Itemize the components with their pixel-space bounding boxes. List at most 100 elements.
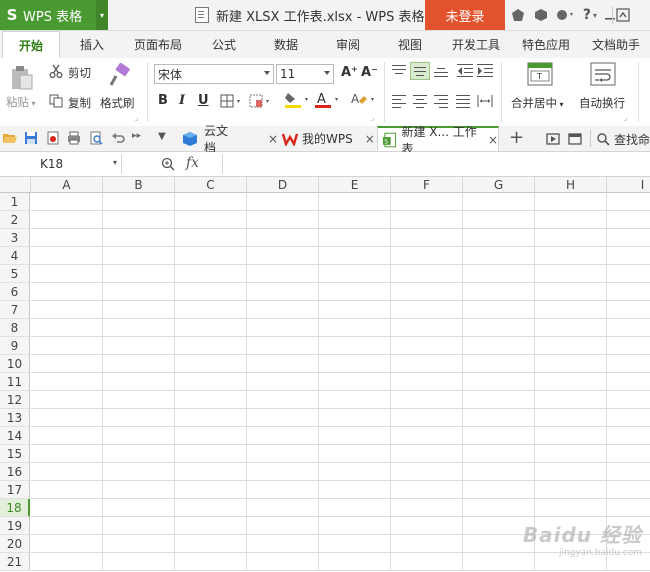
cell-b13[interactable] bbox=[103, 409, 175, 427]
format-painter-icon[interactable] bbox=[106, 62, 134, 90]
select-all-corner[interactable] bbox=[0, 177, 31, 193]
cell-c13[interactable] bbox=[175, 409, 247, 427]
column-header-f[interactable]: F bbox=[391, 177, 463, 193]
undo-icon[interactable] bbox=[110, 131, 126, 145]
cell-i8[interactable] bbox=[607, 319, 650, 337]
login-button[interactable]: 未登录 bbox=[425, 0, 505, 30]
align-bottom-icon[interactable] bbox=[434, 65, 448, 77]
cell-i3[interactable] bbox=[607, 229, 650, 247]
increase-indent-icon[interactable] bbox=[477, 64, 493, 78]
cell-e2[interactable] bbox=[319, 211, 391, 229]
bold-button[interactable]: B bbox=[158, 93, 168, 108]
scissors-icon[interactable] bbox=[48, 63, 64, 79]
cell-d11[interactable] bbox=[247, 373, 319, 391]
merge-center-icon[interactable]: T bbox=[527, 62, 553, 86]
cell-f3[interactable] bbox=[391, 229, 463, 247]
row-header-18[interactable]: 18 bbox=[0, 499, 30, 517]
cell-i14[interactable] bbox=[607, 427, 650, 445]
cell-i16[interactable] bbox=[607, 463, 650, 481]
cell-e16[interactable] bbox=[319, 463, 391, 481]
clipboard-group-launcher-icon[interactable]: ⌟ bbox=[135, 114, 138, 122]
cell-f21[interactable] bbox=[391, 553, 463, 571]
column-header-i[interactable]: I bbox=[607, 177, 650, 193]
hexagon-icon[interactable] bbox=[532, 6, 550, 24]
row-header-21[interactable]: 21 bbox=[0, 553, 30, 571]
cell-f16[interactable] bbox=[391, 463, 463, 481]
cell-f11[interactable] bbox=[391, 373, 463, 391]
cell-b8[interactable] bbox=[103, 319, 175, 337]
cell-a14[interactable] bbox=[31, 427, 103, 445]
cell-g7[interactable] bbox=[463, 301, 535, 319]
cell-i11[interactable] bbox=[607, 373, 650, 391]
print-preview-icon[interactable] bbox=[88, 131, 104, 145]
row-header-3[interactable]: 3 bbox=[0, 229, 30, 247]
tab-formulas[interactable]: 公式 bbox=[198, 31, 250, 58]
tab-developer[interactable]: 开发工具 bbox=[444, 31, 508, 58]
cell-a18[interactable] bbox=[31, 499, 103, 517]
cell-e8[interactable] bbox=[319, 319, 391, 337]
clear-format-icon[interactable]: A bbox=[350, 91, 378, 109]
copy-icon[interactable] bbox=[48, 93, 64, 109]
cell-e21[interactable] bbox=[319, 553, 391, 571]
cell-b10[interactable] bbox=[103, 355, 175, 373]
merge-center-button[interactable]: 合并居中 ▾ bbox=[511, 95, 564, 111]
cell-c17[interactable] bbox=[175, 481, 247, 499]
cell-g3[interactable] bbox=[463, 229, 535, 247]
cell-d16[interactable] bbox=[247, 463, 319, 481]
cell-e9[interactable] bbox=[319, 337, 391, 355]
more-commands-icon[interactable]: ▸▸ bbox=[132, 131, 141, 141]
cell-f1[interactable] bbox=[391, 193, 463, 211]
window-icon[interactable] bbox=[567, 132, 583, 145]
cell-g2[interactable] bbox=[463, 211, 535, 229]
row-header-1[interactable]: 1 bbox=[0, 193, 30, 211]
cell-h3[interactable] bbox=[535, 229, 607, 247]
cell-e15[interactable] bbox=[319, 445, 391, 463]
cell-b14[interactable] bbox=[103, 427, 175, 445]
cell-c16[interactable] bbox=[175, 463, 247, 481]
cell-c5[interactable] bbox=[175, 265, 247, 283]
decrease-indent-icon[interactable] bbox=[457, 64, 473, 78]
cell-a9[interactable] bbox=[31, 337, 103, 355]
column-header-d[interactable]: D bbox=[247, 177, 319, 193]
export-pdf-icon[interactable] bbox=[45, 131, 61, 145]
close-tab-icon[interactable]: × bbox=[365, 132, 375, 146]
cell-a20[interactable] bbox=[31, 535, 103, 553]
tab-data[interactable]: 数据 bbox=[260, 31, 312, 58]
row-header-7[interactable]: 7 bbox=[0, 301, 30, 319]
cell-i10[interactable] bbox=[607, 355, 650, 373]
cell-b18[interactable] bbox=[103, 499, 175, 517]
cell-i5[interactable] bbox=[607, 265, 650, 283]
cell-f4[interactable] bbox=[391, 247, 463, 265]
tab-home[interactable]: 开始 bbox=[2, 31, 60, 59]
cell-h16[interactable] bbox=[535, 463, 607, 481]
column-header-h[interactable]: H bbox=[535, 177, 607, 193]
justify-icon[interactable] bbox=[456, 95, 470, 108]
font-name-select[interactable]: 宋体 bbox=[154, 64, 274, 84]
row-header-16[interactable]: 16 bbox=[0, 463, 30, 481]
cell-e3[interactable] bbox=[319, 229, 391, 247]
cell-g15[interactable] bbox=[463, 445, 535, 463]
tab-special[interactable]: 特色应用 bbox=[514, 31, 578, 58]
row-header-9[interactable]: 9 bbox=[0, 337, 30, 355]
row-header-12[interactable]: 12 bbox=[0, 391, 30, 409]
cell-f20[interactable] bbox=[391, 535, 463, 553]
cell-g14[interactable] bbox=[463, 427, 535, 445]
cell-e6[interactable] bbox=[319, 283, 391, 301]
cell-a11[interactable] bbox=[31, 373, 103, 391]
cell-h2[interactable] bbox=[535, 211, 607, 229]
cell-e1[interactable] bbox=[319, 193, 391, 211]
cell-a8[interactable] bbox=[31, 319, 103, 337]
cell-a21[interactable] bbox=[31, 553, 103, 571]
cell-c9[interactable] bbox=[175, 337, 247, 355]
cell-style-icon[interactable] bbox=[249, 93, 273, 109]
cell-d2[interactable] bbox=[247, 211, 319, 229]
cell-d19[interactable] bbox=[247, 517, 319, 535]
cell-g4[interactable] bbox=[463, 247, 535, 265]
cell-b4[interactable] bbox=[103, 247, 175, 265]
row-header-6[interactable]: 6 bbox=[0, 283, 30, 301]
tab-insert[interactable]: 插入 bbox=[64, 31, 120, 58]
cell-i13[interactable] bbox=[607, 409, 650, 427]
tab-doc-assistant[interactable]: 文档助手 bbox=[584, 31, 648, 58]
row-header-15[interactable]: 15 bbox=[0, 445, 30, 463]
fill-color-icon[interactable] bbox=[284, 91, 312, 109]
